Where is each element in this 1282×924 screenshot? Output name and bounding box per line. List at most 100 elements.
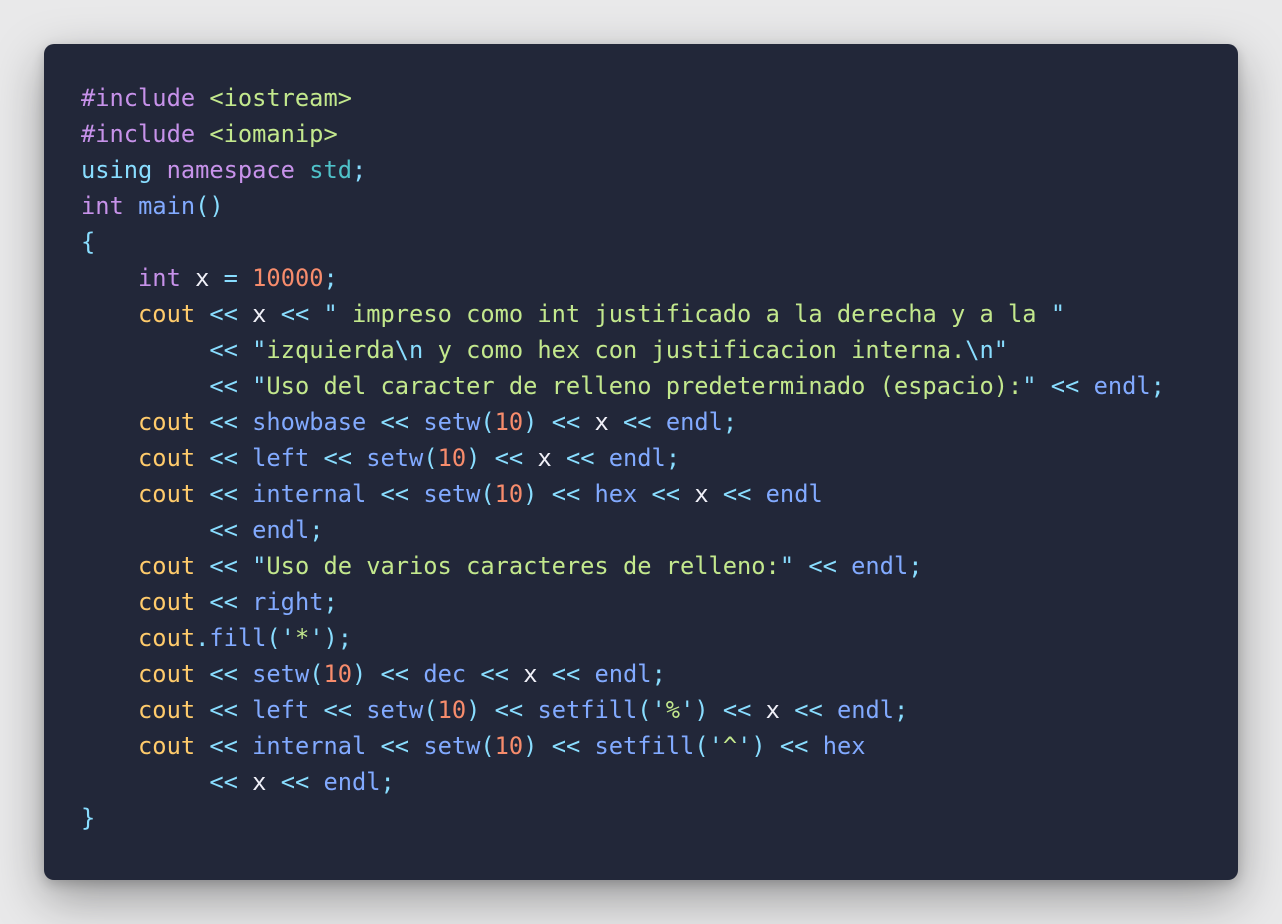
code-token: ;	[323, 588, 338, 616]
code-token: ;	[651, 660, 666, 688]
code-token: cout	[138, 696, 196, 724]
code-token: <<	[209, 696, 238, 724]
code-token: '	[680, 696, 695, 724]
code-token: "	[993, 336, 1009, 364]
code-token: endl	[851, 552, 909, 580]
code-token: cout	[138, 624, 196, 652]
code-token: x	[252, 300, 267, 328]
code-line: #include <iomanip>	[81, 116, 1165, 152]
code-token: left	[252, 444, 310, 472]
code-token: 10	[494, 408, 524, 436]
code-token: ;	[352, 156, 367, 184]
code-line: #include <iostream>	[81, 80, 1165, 116]
code-token: <<	[779, 732, 809, 760]
code-token: (	[637, 696, 652, 724]
code-line: << "izquierda\n y como hex con justifica…	[81, 332, 1165, 368]
code-token: #include	[81, 120, 196, 148]
code-token: <<	[209, 660, 238, 688]
code-token: (	[423, 696, 438, 724]
code-token: (	[309, 660, 324, 688]
code-token: izquierda	[266, 336, 395, 364]
code-token: (	[480, 732, 495, 760]
code-token: endl	[608, 444, 666, 472]
code-line: << x << endl;	[81, 764, 1165, 800]
code-line: cout << "Uso de varios caracteres de rel…	[81, 548, 1165, 584]
code-token: "	[323, 300, 338, 328]
code-token: x	[694, 480, 709, 508]
code-token: endl	[665, 408, 723, 436]
code-token: <<	[494, 696, 524, 724]
code-token: int	[138, 264, 181, 292]
code-token: .	[195, 624, 210, 652]
code-line: cout << left << setw(10) << setfill('%')…	[81, 692, 1165, 728]
code-token: endl	[252, 516, 310, 544]
code-token: ;	[309, 516, 324, 544]
code-token: 10000	[252, 264, 324, 292]
code-token: <<	[1050, 372, 1080, 400]
code-token: endl	[323, 768, 381, 796]
code-token: )	[523, 480, 538, 508]
code-token: impreso como int justificado a la derech…	[337, 300, 1051, 328]
code-token: cout	[138, 588, 196, 616]
code-token: <<	[209, 372, 238, 400]
code-token: <<	[551, 660, 581, 688]
code-token: setw	[366, 444, 424, 472]
code-token: <<	[209, 480, 238, 508]
code-token: <<	[209, 588, 238, 616]
code-snippet-panel: #include <iostream> #include <iomanip> usi…	[44, 44, 1238, 880]
code-token: <<	[794, 696, 823, 724]
code-line: cout << x << " impreso como int justific…	[81, 296, 1165, 332]
code-token: ;	[894, 696, 909, 724]
code-token: x	[195, 264, 210, 292]
code-token: "	[1022, 372, 1037, 400]
code-token: <<	[323, 696, 352, 724]
code-token: '	[280, 624, 295, 652]
code-token: setfill	[594, 732, 695, 760]
code-token: y como hex con justificacion interna.	[423, 336, 966, 364]
code-token: int	[81, 192, 124, 220]
code-token: <<	[380, 660, 410, 688]
code-token: =	[223, 264, 238, 292]
code-token: "	[252, 336, 267, 364]
code-token: x	[523, 660, 538, 688]
code-token: internal	[252, 732, 367, 760]
code-token: hex	[822, 732, 866, 760]
code-token: <<	[565, 444, 595, 472]
code-token: right	[252, 588, 324, 616]
code-line: cout << internal << setw(10) << setfill(…	[81, 728, 1165, 764]
code-token: #include	[81, 84, 196, 112]
code-token: <<	[209, 768, 238, 796]
code-token: ;	[722, 408, 738, 436]
code-token: <<	[209, 516, 238, 544]
code-token: <<	[494, 444, 524, 472]
